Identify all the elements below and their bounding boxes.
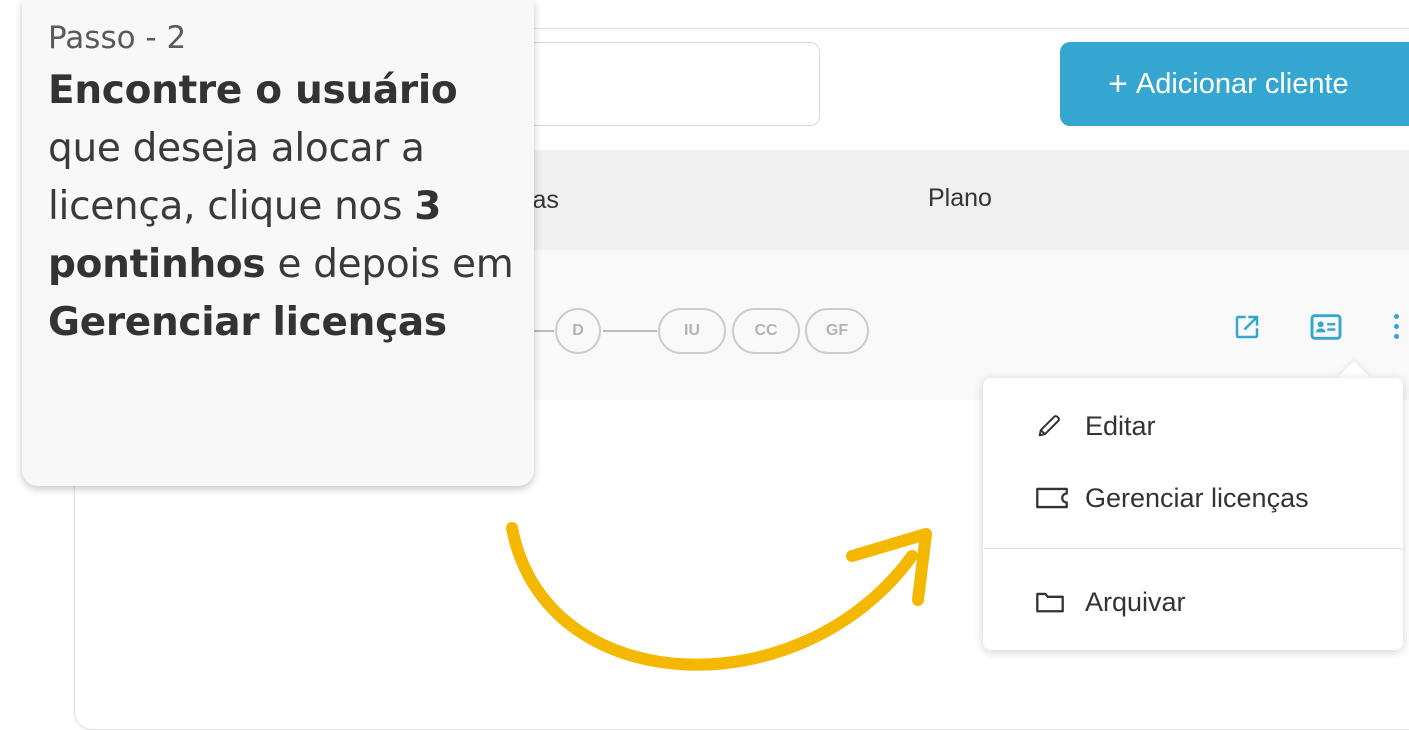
step-label: Passo - 2 xyxy=(48,20,187,56)
chip-connector xyxy=(603,330,657,332)
instruction-bold-3: Gerenciar licenças xyxy=(48,300,447,345)
license-chip-gf: GF xyxy=(805,308,869,354)
plus-icon: + xyxy=(1108,65,1128,103)
menu-item-label: Arquivar xyxy=(1085,586,1186,617)
add-client-label: Adicionar cliente xyxy=(1135,67,1349,100)
license-chip-d: D xyxy=(555,308,601,354)
instruction-text-1: que deseja alocar a licença, clique nos xyxy=(48,126,425,229)
external-link-icon[interactable] xyxy=(1232,312,1262,342)
ticket-icon xyxy=(1036,487,1068,509)
instruction-text-2: e depois em xyxy=(277,242,514,287)
license-chip-cc: CC xyxy=(732,308,800,354)
menu-item-arquivar[interactable]: Arquivar xyxy=(983,570,1403,634)
more-options-button[interactable] xyxy=(1394,314,1402,344)
menu-item-editar[interactable]: Editar xyxy=(983,394,1403,458)
instruction-bold-1: Encontre o usuário xyxy=(48,68,458,113)
pencil-icon xyxy=(1038,415,1060,437)
folder-icon xyxy=(1036,592,1064,613)
menu-item-label: Editar xyxy=(1085,410,1156,441)
row-actions-menu: Editar Gerenciar licenças Arquivar xyxy=(983,378,1403,650)
chip-connector xyxy=(532,330,554,332)
menu-item-label: Gerenciar licenças xyxy=(1085,482,1309,513)
tutorial-callout: Passo - 2 Encontre o usuário que deseja … xyxy=(22,0,534,486)
add-client-button[interactable]: + Adicionar cliente xyxy=(1060,42,1409,126)
menu-divider xyxy=(983,548,1403,549)
license-chip-iu: IU xyxy=(658,308,726,354)
column-header-plano: Plano xyxy=(928,184,992,212)
instruction-text: Encontre o usuário que deseja alocar a l… xyxy=(48,62,514,352)
menu-item-gerenciar-licencas[interactable]: Gerenciar licenças xyxy=(983,466,1403,530)
id-card-icon[interactable] xyxy=(1310,312,1342,342)
